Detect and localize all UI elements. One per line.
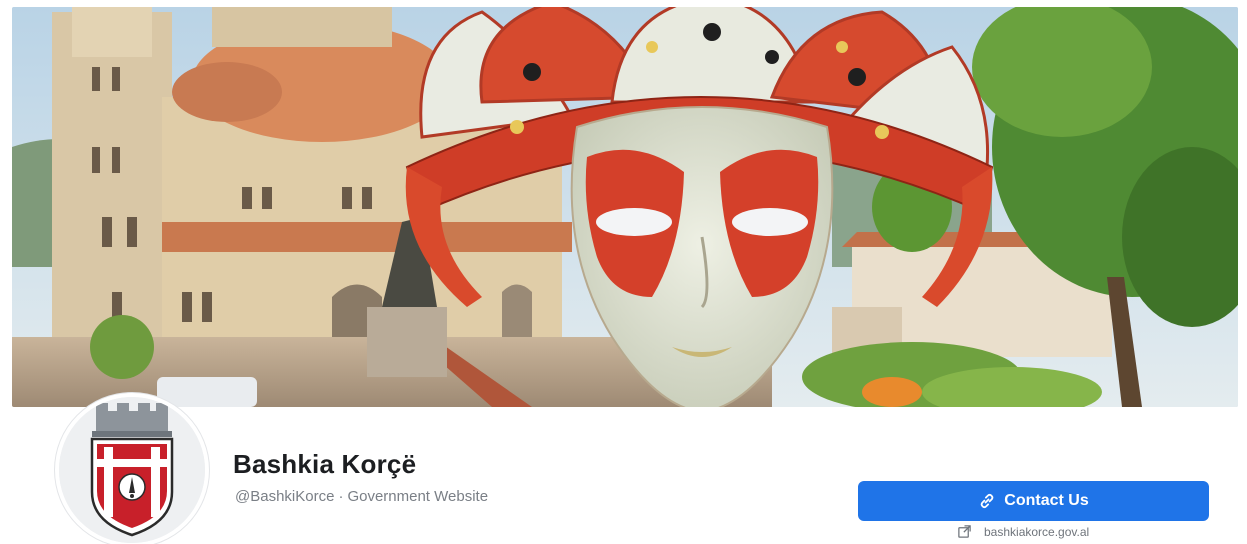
page-category: Government Website xyxy=(347,488,489,505)
cover-photo[interactable] xyxy=(12,7,1238,407)
contact-us-button[interactable]: Contact Us xyxy=(858,481,1209,521)
website-link[interactable]: bashkiakorce.gov.al xyxy=(957,524,1089,539)
facebook-page-header: Bashkia Korçë @BashkiKorce · Government … xyxy=(0,0,1247,544)
page-subtitle: @BashkiKorce · Government Website xyxy=(235,488,488,505)
website-url: bashkiakorce.gov.al xyxy=(984,524,1090,539)
contact-us-label: Contact Us xyxy=(1004,492,1089,509)
city-crest-logo xyxy=(59,397,205,543)
subtitle-separator: · xyxy=(338,488,344,505)
page-handle[interactable]: @BashkiKorce xyxy=(235,488,334,505)
link-icon xyxy=(978,492,996,510)
cover-illustration xyxy=(12,7,1238,407)
profile-avatar[interactable] xyxy=(55,393,209,544)
page-title: Bashkia Korçë xyxy=(233,449,417,479)
external-link-icon xyxy=(957,524,972,539)
